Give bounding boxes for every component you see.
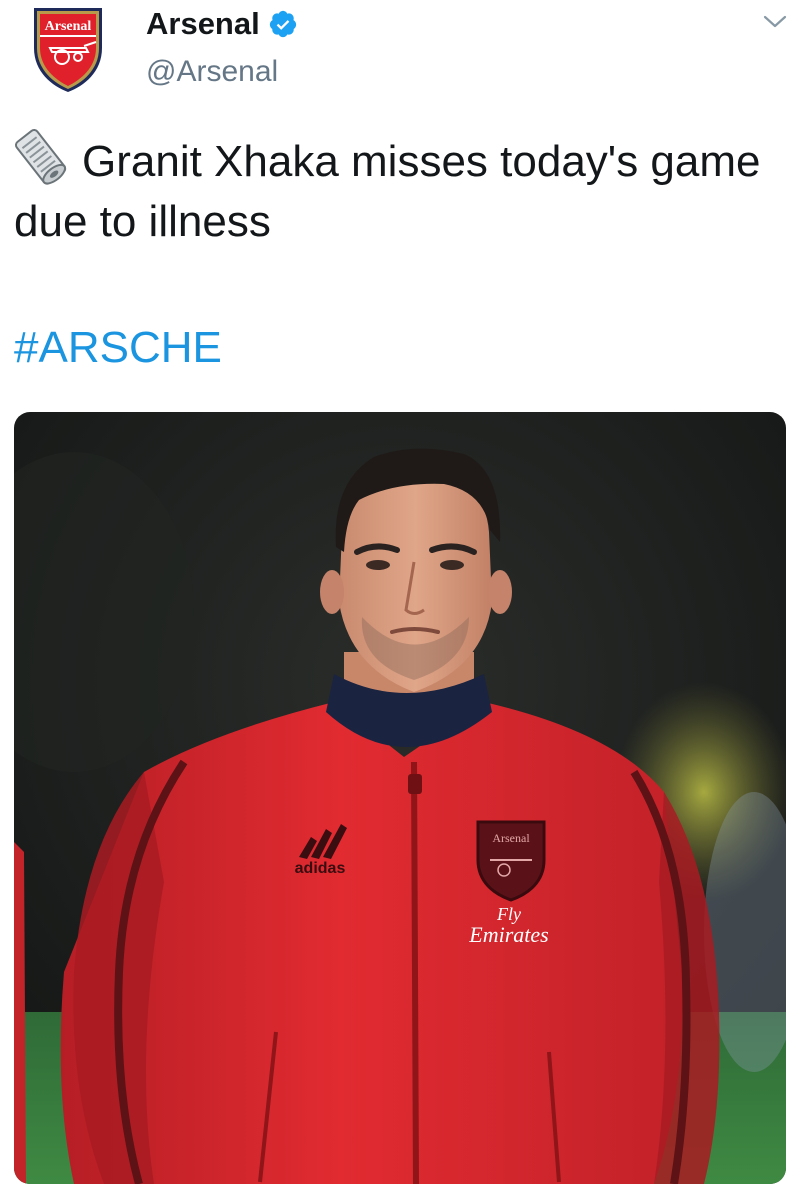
sponsor-line-2: Emirates (468, 922, 548, 947)
jacket-crest-text: Arsenal (492, 831, 530, 845)
tweet-photo[interactable]: adidas Arsenal Fly Emirates (14, 412, 786, 1184)
tweet-text: Granit Xhaka misses today's game due to … (14, 128, 784, 252)
verified-badge-icon (269, 10, 296, 38)
user-handle[interactable]: @Arsenal (146, 52, 278, 92)
hashtag-link[interactable]: #ARSCHE (14, 318, 222, 378)
avatar-crest-text: Arsenal (45, 19, 92, 34)
adidas-text: adidas (295, 860, 346, 877)
rolled-newspaper-icon (14, 128, 67, 185)
player-photo: adidas Arsenal Fly Emirates (14, 412, 786, 1184)
tweet-text-body: Granit Xhaka misses today's game due to … (14, 137, 761, 246)
display-name-row[interactable]: Arsenal (146, 4, 298, 44)
tweet-card[interactable]: Arsenal Arsenal @Arsenal Granit Xhaka mi… (0, 0, 800, 1195)
sponsor-line-1: Fly (496, 904, 521, 924)
display-name[interactable]: Arsenal (146, 4, 260, 44)
arsenal-crest-icon: Arsenal (34, 8, 102, 92)
chevron-down-icon[interactable] (762, 12, 788, 32)
avatar[interactable]: Arsenal (26, 2, 110, 94)
